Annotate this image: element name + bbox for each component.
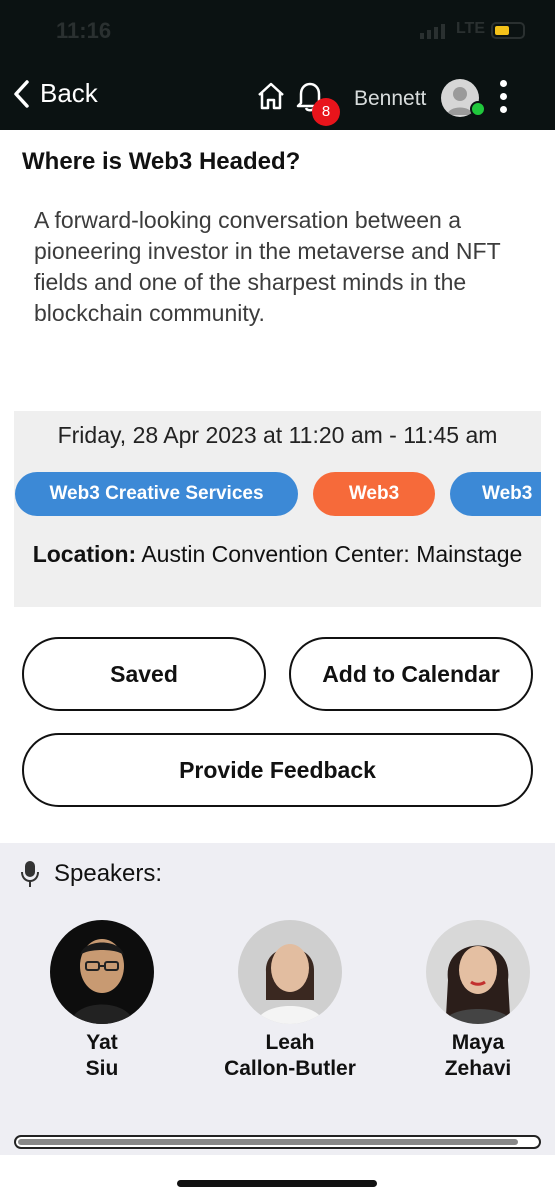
tag-web3[interactable]: Web3	[313, 472, 435, 516]
notification-badge[interactable]: 8	[312, 98, 340, 126]
tag-web3-secondary[interactable]: Web3	[450, 472, 541, 516]
session-info: Friday, 28 Apr 2023 at 11:20 am - 11:45 …	[14, 411, 541, 607]
signal-icon	[420, 24, 445, 39]
speaker-card[interactable]: Leah Callon-Butler	[210, 920, 370, 1082]
tag-web3-creative-services[interactable]: Web3 Creative Services	[15, 472, 298, 516]
speaker-photo	[50, 920, 154, 1024]
more-vertical-icon[interactable]	[500, 80, 507, 113]
speaker-last-name: Callon-Butler	[224, 1057, 356, 1080]
scrollbar-thumb[interactable]	[18, 1139, 518, 1145]
add-to-calendar-button[interactable]: Add to Calendar	[289, 637, 533, 711]
session-datetime: Friday, 28 Apr 2023 at 11:20 am - 11:45 …	[57, 422, 498, 448]
speaker-card[interactable]: Maya Zehavi	[398, 920, 555, 1082]
app-bar: Back 8 Bennett	[0, 60, 555, 130]
network-label: LTE	[455, 20, 485, 37]
speakers-heading: Speakers:	[54, 860, 163, 887]
microphone-icon	[21, 861, 39, 887]
home-icon[interactable]	[256, 80, 286, 112]
home-indicator[interactable]	[177, 1180, 377, 1187]
status-time: 11:16	[56, 18, 112, 43]
horizontal-scrollbar[interactable]	[14, 1135, 541, 1149]
online-status-dot	[470, 101, 486, 117]
speaker-first-name: Yat	[86, 1031, 118, 1054]
location-label: Location:	[32, 541, 137, 567]
saved-button[interactable]: Saved	[22, 637, 266, 711]
location-value: Austin Convention Center: Mainstage	[141, 541, 523, 567]
session-description: A forward-looking conversation between a…	[34, 207, 501, 326]
battery-icon	[491, 22, 525, 39]
speaker-last-name: Zehavi	[444, 1057, 512, 1080]
speaker-last-name: Siu	[85, 1057, 119, 1080]
back-label: Back	[40, 78, 98, 108]
speaker-first-name: Leah	[265, 1031, 315, 1054]
back-button[interactable]: Back	[12, 78, 98, 109]
status-bar: 11:16 LTE	[0, 0, 555, 60]
speakers-section: Speakers: Yat Siu Leah Callon-Butler May…	[0, 843, 555, 1155]
speaker-card[interactable]: Yat Siu	[22, 920, 182, 1082]
speakers-header: Speakers:	[20, 860, 162, 888]
session-location: Location: Austin Convention Center: Main…	[14, 539, 541, 570]
provide-feedback-button[interactable]: Provide Feedback	[22, 733, 533, 807]
session-title: Where is Web3 Headed?	[22, 148, 301, 175]
speaker-first-name: Maya	[451, 1031, 505, 1054]
speaker-photo	[238, 920, 342, 1024]
speaker-photo	[426, 920, 530, 1024]
chevron-left-icon	[14, 79, 29, 108]
username[interactable]: Bennett	[354, 87, 426, 111]
